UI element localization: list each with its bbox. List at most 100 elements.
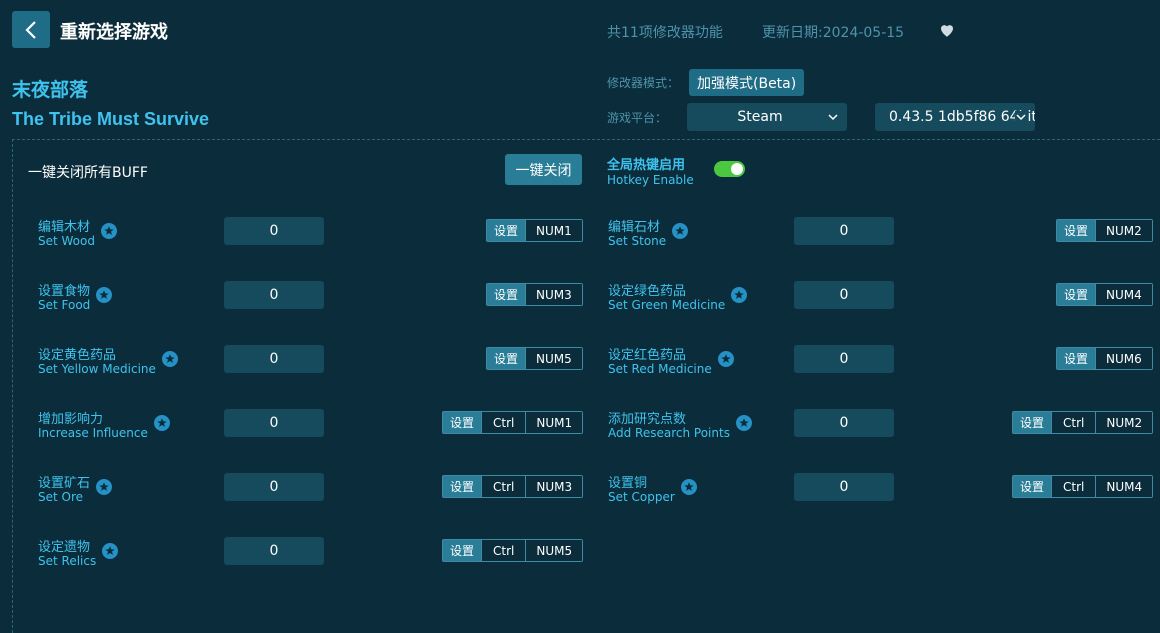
cheat-name-en: Set Red Medicine [608,362,712,376]
star-icon[interactable] [101,223,117,239]
cheat-name-cn: 设定黄色药品 [38,348,117,363]
cheat-value-input[interactable]: 0 [224,217,324,245]
star-icon[interactable] [96,479,112,495]
star-icon[interactable] [154,415,170,431]
set-hotkey-button[interactable]: 设置 [443,540,482,561]
mode-label: 修改器模式： [607,76,680,90]
kill-all-button[interactable]: 一键关闭 [505,154,582,185]
cheat-name-en: Set Ore [38,490,84,504]
hotkey-key: Ctrl [1051,476,1096,497]
back-button[interactable] [12,11,50,48]
kill-all-label: 一键关闭所有BUFF [28,165,148,181]
hotkey-group: 设置 NUM2 [1056,219,1153,242]
cheat-name-cn: 设定绿色药品 [608,284,687,299]
cheat-name-en: Set Green Medicine [608,298,726,312]
cheat-name-cn: 设定遗物 [38,540,91,555]
cheat-value-input[interactable]: 0 [794,217,894,245]
cheat-name-cn: 增加影响力 [38,412,104,427]
hotkey-key: NUM5 [525,348,582,369]
cheat-name-cn: 设置矿石 [38,476,91,491]
cheat-row: 编辑木材 Set Wood 0 设置 NUM1 [38,216,598,260]
set-hotkey-button[interactable]: 设置 [1013,476,1052,497]
update-date: 更新日期:2024-05-15 [762,25,905,41]
cheat-name-en: Set Food [38,298,91,312]
hotkey-key: NUM3 [525,476,583,497]
cheat-name-cn: 编辑石材 [608,220,661,235]
set-hotkey-button[interactable]: 设置 [443,412,482,433]
set-hotkey-button[interactable]: 设置 [487,348,526,369]
star-icon[interactable] [681,479,697,495]
cheat-value-input[interactable]: 0 [224,537,324,565]
version-value: 0.43.5 1db5f86 64bit [889,109,1035,125]
set-hotkey-button[interactable]: 设置 [443,476,482,497]
star-icon[interactable] [718,351,734,367]
star-icon[interactable] [96,287,112,303]
cheat-name-cn: 添加研究点数 [608,412,687,427]
game-name-cn: 末夜部落 [12,79,89,101]
star-icon[interactable] [102,543,118,559]
cheat-value-input[interactable]: 0 [794,345,894,373]
hotkey-key: NUM1 [525,412,583,433]
feature-count: 共11项修改器功能 [607,25,723,41]
toggle-knob [731,163,743,175]
cheat-name-en: Set Stone [608,234,667,248]
chevron-left-icon [25,20,36,39]
cheat-name-cn: 设置铜 [608,476,648,491]
set-hotkey-button[interactable]: 设置 [487,220,526,241]
page-title: 重新选择游戏 [60,22,168,43]
cheat-row: 设定遗物 Set Relics 0 设置 Ctrl NUM5 [38,536,598,580]
cheat-name-cn: 设定红色药品 [608,348,687,363]
cheat-row: 设定红色药品 Set Red Medicine 0 设置 NUM6 [608,344,1160,388]
hotkey-key: NUM6 [1095,348,1152,369]
hotkey-toggle[interactable] [714,161,745,177]
cheat-row: 设置矿石 Set Ore 0 设置 Ctrl NUM3 [38,472,598,516]
cheat-value-input[interactable]: 0 [794,281,894,309]
cheat-value-input[interactable]: 0 [224,345,324,373]
hotkey-group: 设置 Ctrl NUM2 [1012,411,1154,434]
hotkey-group: 设置 NUM3 [486,283,583,306]
hotkey-key: NUM2 [1095,220,1152,241]
hotkey-group: 设置 Ctrl NUM4 [1012,475,1154,498]
set-hotkey-button[interactable]: 设置 [1057,348,1096,369]
star-icon[interactable] [672,223,688,239]
cheat-name-en: Set Copper [608,490,675,504]
set-hotkey-button[interactable]: 设置 [1057,284,1096,305]
hotkey-group: 设置 NUM5 [486,347,583,370]
set-hotkey-button[interactable]: 设置 [1057,220,1096,241]
cheat-value-input[interactable]: 0 [224,473,324,501]
hotkey-key: NUM3 [525,284,582,305]
cheat-name-cn: 设置食物 [38,284,91,299]
cheat-value-input[interactable]: 0 [224,409,324,437]
hotkey-group: 设置 NUM6 [1056,347,1153,370]
hotkey-group: 设置 Ctrl NUM5 [442,539,584,562]
heart-icon[interactable] [938,21,956,39]
cheat-name-en: Add Research Points [608,426,730,440]
star-icon[interactable] [162,351,178,367]
chevron-down-icon [828,114,838,121]
mode-badge[interactable]: 加强模式(Beta) [689,69,805,96]
platform-value: Steam [737,109,783,125]
hotkey-key: NUM5 [525,540,583,561]
version-select[interactable]: 0.43.5 1db5f86 64bit [875,103,1035,131]
cheat-name-en: Set Wood [38,234,95,248]
cheat-row: 设置食物 Set Food 0 设置 NUM3 [38,280,598,324]
cheat-name-en: Set Yellow Medicine [38,362,156,376]
set-hotkey-button[interactable]: 设置 [1013,412,1052,433]
hotkey-key: NUM4 [1095,284,1152,305]
cheat-row: 增加影响力 Increase Influence 0 设置 Ctrl NUM1 [38,408,598,452]
set-hotkey-button[interactable]: 设置 [487,284,526,305]
platform-label: 游戏平台： [607,111,668,125]
hotkey-group: 设置 NUM4 [1056,283,1153,306]
hotkey-key: Ctrl [481,476,526,497]
cheat-row: 设定黄色药品 Set Yellow Medicine 0 设置 NUM5 [38,344,598,388]
cheat-value-input[interactable]: 0 [224,281,324,309]
star-icon[interactable] [731,287,747,303]
cheat-name-cn: 编辑木材 [38,220,91,235]
star-icon[interactable] [736,415,752,431]
hotkey-key: NUM1 [525,220,582,241]
hotkey-label-cn: 全局热键启用 [607,158,686,173]
cheat-value-input[interactable]: 0 [794,473,894,501]
hotkey-group: 设置 Ctrl NUM3 [442,475,584,498]
cheat-value-input[interactable]: 0 [794,409,894,437]
platform-select[interactable]: Steam [687,103,847,131]
